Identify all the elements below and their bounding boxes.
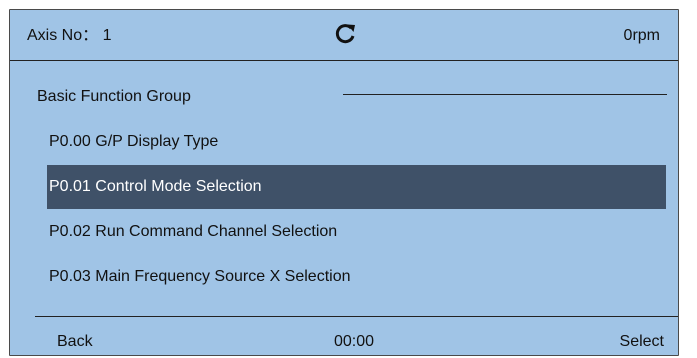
footer-divider bbox=[35, 316, 678, 317]
menu-item-label: P0.03 Main Frequency Source X Selection bbox=[49, 268, 351, 285]
menu-item-label: P0.01 Control Mode Selection bbox=[49, 178, 262, 195]
group-title-divider bbox=[343, 94, 667, 95]
group-title: Basic Function Group bbox=[37, 88, 191, 105]
menu-item-p0-03[interactable]: P0.03 Main Frequency Source X Selection bbox=[47, 255, 666, 299]
menu-item-p0-01[interactable]: P0.01 Control Mode Selection bbox=[47, 165, 666, 209]
axis-number-label: Axis No： 1 bbox=[27, 27, 112, 44]
select-button[interactable]: Select bbox=[620, 332, 664, 352]
menu-item-p0-00[interactable]: P0.00 G/P Display Type bbox=[47, 120, 666, 164]
back-button[interactable]: Back bbox=[57, 332, 93, 352]
servo-display-screen: Axis No： 1 0rpm Basic Function Group P0.… bbox=[9, 9, 679, 356]
menu-item-p0-02[interactable]: P0.02 Run Command Channel Selection bbox=[47, 210, 666, 254]
menu-item-label: P0.00 G/P Display Type bbox=[49, 133, 219, 150]
motor-speed-readout: 0rpm bbox=[623, 27, 660, 44]
menu-item-label: P0.02 Run Command Channel Selection bbox=[49, 223, 338, 240]
header-divider bbox=[10, 60, 678, 61]
refresh-icon[interactable] bbox=[334, 22, 358, 46]
time-readout: 00:00 bbox=[334, 333, 375, 350]
